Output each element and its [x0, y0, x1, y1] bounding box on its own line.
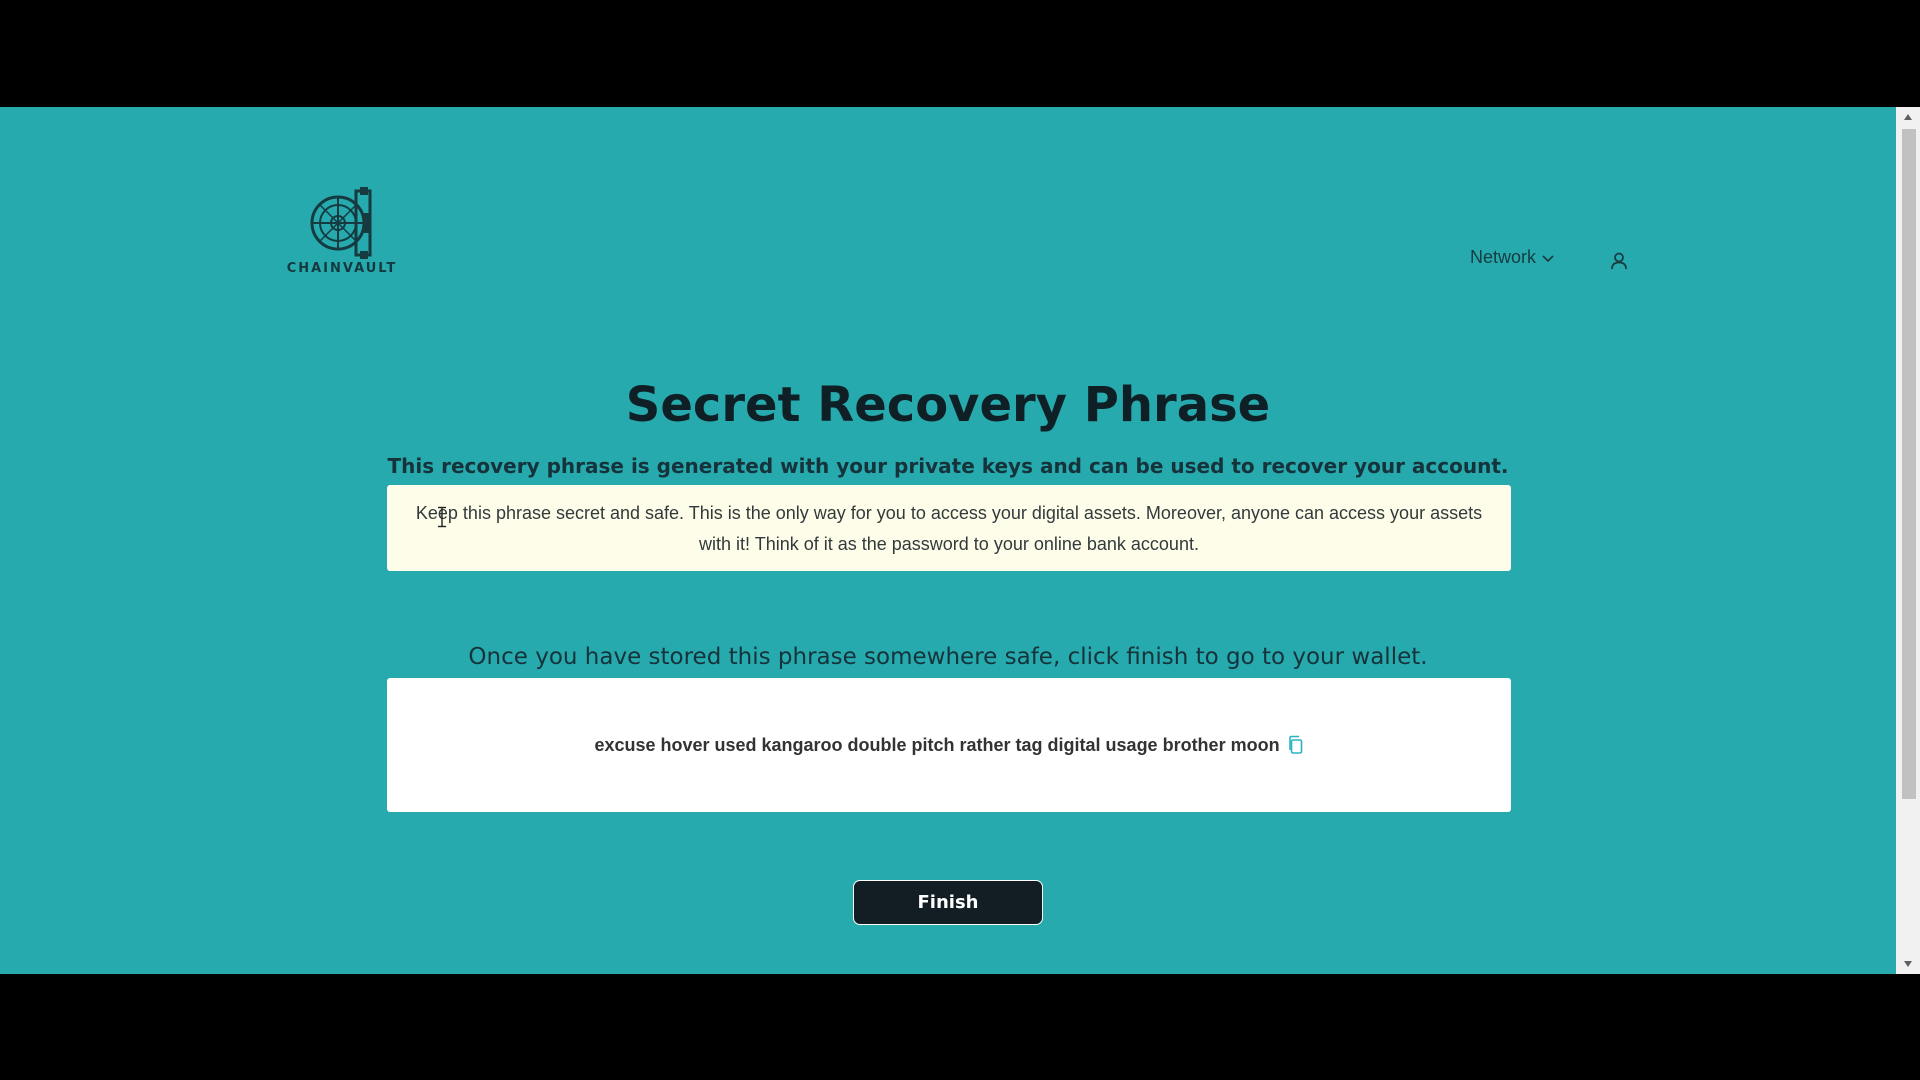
finish-button[interactable]: Finish	[853, 880, 1043, 925]
user-icon[interactable]	[1609, 251, 1629, 271]
logo-text: CHAINVAULT	[286, 261, 398, 276]
vault-icon	[310, 187, 372, 259]
letterbox-bottom	[0, 974, 1920, 1080]
page-title: Secret Recovery Phrase	[625, 377, 1271, 433]
recovery-phrase-box: excuse hover used kangaroo double pitch …	[387, 678, 1511, 812]
caret-down-icon	[1904, 961, 1912, 967]
scroll-down-arrow[interactable]	[1896, 954, 1920, 974]
copy-icon[interactable]	[1288, 735, 1304, 755]
warning-text: Keep this phrase secret and safe. This i…	[415, 503, 1483, 554]
network-label: Network	[1470, 247, 1537, 267]
warning-box: Keep this phrase secret and safe. This i…	[387, 485, 1511, 571]
caret-up-icon	[1904, 114, 1912, 120]
vertical-scrollbar[interactable]	[1896, 107, 1920, 974]
page-subtitle: This recovery phrase is generated with y…	[387, 454, 1509, 478]
scroll-thumb[interactable]	[1902, 129, 1916, 799]
browser-viewport: CHAINVAULT Network Secret Recovery Phras…	[0, 107, 1920, 974]
scroll-up-arrow[interactable]	[1896, 107, 1920, 127]
page: CHAINVAULT Network Secret Recovery Phras…	[0, 107, 1896, 974]
recovery-phrase-text: excuse hover used kangaroo double pitch …	[594, 734, 1280, 755]
finish-instruction: Once you have stored this phrase somewhe…	[468, 644, 1428, 670]
chevron-down-icon	[1542, 254, 1554, 262]
letterbox-top	[0, 0, 1920, 107]
network-dropdown[interactable]: Network	[1470, 247, 1554, 268]
chainvault-logo[interactable]: CHAINVAULT	[280, 187, 410, 287]
text-cursor-icon	[438, 506, 446, 528]
